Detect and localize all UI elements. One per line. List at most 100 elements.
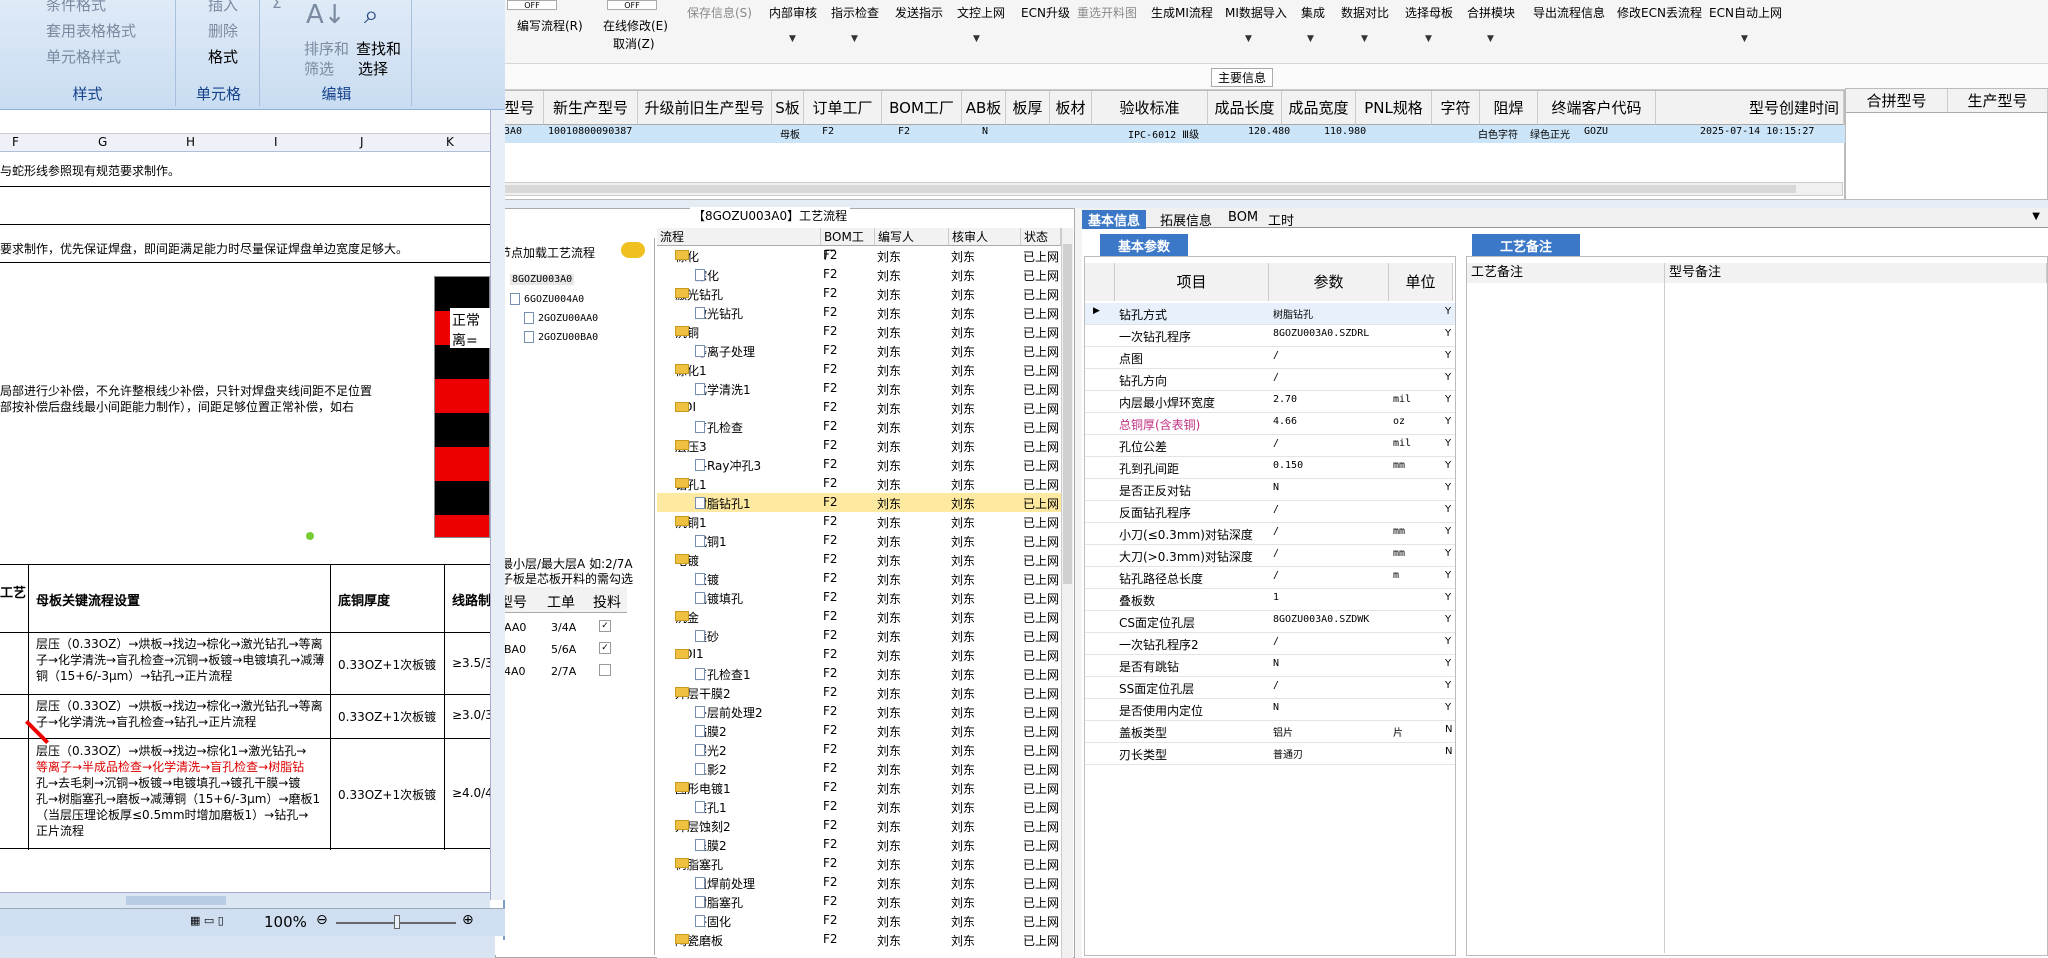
tabs-dropdown-icon[interactable]: ▼ [2032,211,2040,222]
col-item[interactable]: 项目 [1115,263,1269,301]
col-header-f[interactable]: F [12,135,19,149]
param-value[interactable]: / [1273,438,1279,449]
param-row[interactable]: 是否正反对钻 N Y [1085,479,1455,501]
col-process-memo[interactable]: 工艺备注 [1467,263,1665,283]
col-bom-factory[interactable]: BOM工厂 [882,91,962,125]
param-row[interactable]: 一次钻孔程序2 / Y [1085,633,1455,655]
param-row[interactable]: ▶ 钻孔方式 树脂钻孔 Y [1085,303,1455,325]
param-row[interactable]: 钻孔方向 / Y [1085,369,1455,391]
col-header-k[interactable]: K [446,135,454,149]
tree-row[interactable]: −层压3 F2 刘东 刘东 已上网 [657,436,1071,455]
tree-row[interactable]: 退膜2 F2 刘东 刘东 已上网 [657,835,1071,854]
col-reviewer[interactable]: 核审人 [949,228,1021,246]
param-value[interactable]: / [1273,350,1279,361]
send-instructions-button[interactable]: 发送指示 [895,4,943,21]
col-merge-model[interactable]: 合拼型号 [1846,89,1948,113]
col-header-g[interactable]: G [98,135,107,149]
param-row[interactable]: 是否有跳钻 N Y [1085,655,1455,677]
tree-row[interactable]: −外层蚀刻2 F2 刘东 刘东 已上网 [657,816,1071,835]
basic-params-tab[interactable]: 基本参数 [1100,234,1189,257]
col-ab-board[interactable]: AB板 [962,91,1006,125]
param-value[interactable]: / [1273,526,1279,537]
param-value[interactable]: 8GOZU003A0.SZDRL [1273,328,1369,339]
param-row[interactable]: 一次钻孔程序 8GOZU003A0.SZDRL Y [1085,325,1455,347]
sort-label[interactable]: 排序和 [304,38,349,59]
col-writer[interactable]: 编写人 [875,228,949,246]
insert-button[interactable]: 插入 [208,0,238,15]
param-row[interactable]: 是否使用内定位 N Y [1085,699,1455,721]
param-row[interactable]: 盖板类型 铝片 片 N [1085,721,1455,743]
col-order-factory[interactable]: 订单工厂 [804,91,882,125]
find-label[interactable]: 查找和 [356,38,401,59]
ecn-upgrade-button[interactable]: ECN升级 [1021,4,1070,21]
excel-vscrollbar[interactable] [490,110,505,900]
param-row[interactable]: SS面定位孔层 / Y [1085,677,1455,699]
col-bom[interactable]: BOM工厂 [821,228,875,262]
sort-filter-icon[interactable]: A↓ [306,0,346,30]
tree-row[interactable]: 喷砂 F2 刘东 刘东 已上网 [657,626,1071,645]
sum-icon[interactable]: Σ [272,0,281,12]
tree-row[interactable]: 树脂塞孔 F2 刘东 刘东 已上网 [657,892,1071,911]
node-child-3[interactable]: 2GOZU00BA0 [524,331,598,343]
tree-row[interactable]: 镀孔1 F2 刘东 刘东 已上网 [657,797,1071,816]
internal-review-dropdown-icon[interactable]: ▼ [789,34,796,44]
col-material[interactable]: 板材 [1050,91,1092,125]
col-s-board[interactable]: S板 [772,91,804,125]
param-row[interactable]: 点图 / Y [1085,347,1455,369]
col-production-model[interactable]: 生产型号 [1948,89,2048,113]
tree-row[interactable]: −外层干膜2 F2 刘东 刘东 已上网 [657,683,1071,702]
col-header-h[interactable]: H [186,135,195,149]
tab-work-hours[interactable]: 工时 [1262,210,1300,229]
tree-row[interactable]: −棕化 F2 刘东 刘东 已上网 [657,246,1071,265]
param-value[interactable]: 1 [1273,592,1279,603]
tree-row[interactable]: 曝光2 F2 刘东 刘东 已上网 [657,740,1071,759]
tree-row[interactable]: 贴膜2 F2 刘东 刘东 已上网 [657,721,1071,740]
col-unit[interactable]: 单位 [1389,263,1453,301]
ecn-auto-dropdown-icon[interactable]: ▼ [1741,34,1748,44]
select-parent-button[interactable]: 选择母板 [1405,4,1453,21]
tree-vscroll-thumb[interactable] [1063,244,1072,584]
tree-row[interactable]: X-Ray冲孔3 F2 刘东 刘东 已上网 [657,455,1071,474]
param-value[interactable]: N [1273,702,1279,713]
node-child-1[interactable]: 6GOZU004A0 [510,293,584,305]
tree-row[interactable]: −树脂塞孔 F2 刘东 刘东 已上网 [657,854,1071,873]
filter-label[interactable]: 筛选 [304,58,334,79]
tree-row[interactable]: −图形电镀1 F2 刘东 刘东 已上网 [657,778,1071,797]
tree-row[interactable]: 盲孔检查 F2 刘东 刘东 已上网 [657,417,1071,436]
excel-sheet[interactable]: 与蛇形线参照现有规范要求制作。 要求制作，优先保证焊盘，即间距满足能力时尽量保证… [0,152,490,892]
node-root[interactable]: 8GOZU003A0 [510,274,575,285]
param-value[interactable]: 4.66 [1273,416,1297,427]
param-value[interactable]: 0.150 [1273,460,1303,471]
tree-row[interactable]: 激光钻孔 F2 刘东 刘东 已上网 [657,303,1071,322]
col-pnl[interactable]: PNL规格 [1356,91,1432,125]
tree-row[interactable]: −棕化1 F2 刘东 刘东 已上网 [657,360,1071,379]
data-compare-button[interactable]: 数据对比 [1341,4,1389,21]
internal-review-button[interactable]: 内部审核 [769,4,817,21]
col-customer[interactable]: 终端客户代码 [1538,91,1656,125]
col-thickness[interactable]: 板厚 [1006,91,1050,125]
find-icon[interactable]: ⌕ [364,0,379,31]
normal-view-icon[interactable]: ▦ ▭ ▯ [190,914,224,927]
export-flow-button[interactable]: 导出流程信息 [1533,4,1605,21]
reopen-chart-button[interactable]: 重选开料图 [1077,4,1137,21]
param-value[interactable]: N [1273,482,1279,493]
param-row[interactable]: 内层最小焊环宽度 2.70 mil Y [1085,391,1455,413]
tree-row[interactable]: 化学清洗1 F2 刘东 刘东 已上网 [657,379,1071,398]
param-value[interactable]: / [1273,372,1279,383]
instructions-check-button[interactable]: 指示检查 [831,4,879,21]
zoom-in-icon[interactable]: ⊕ [462,912,474,928]
hscroll-thumb[interactable] [498,185,1796,193]
param-value[interactable]: / [1273,504,1279,515]
node-child-2[interactable]: 2GOZU00AA0 [524,312,598,324]
col-header-i[interactable]: I [274,135,278,149]
instructions-check-dropdown-icon[interactable]: ▼ [851,34,858,44]
tree-row[interactable]: −沉铜 F2 刘东 刘东 已上网 [657,322,1071,341]
tree-row[interactable]: 板镀 F2 刘东 刘东 已上网 [657,569,1071,588]
tree-vscrollbar[interactable] [1061,228,1073,958]
table-format-button[interactable]: 套用表格格式 [46,20,136,41]
format-button[interactable]: 格式 [208,46,238,67]
param-value[interactable]: N [1273,658,1279,669]
col-solder[interactable]: 阻焊 [1480,91,1538,125]
cell-style-button[interactable]: 单元格样式 [46,46,121,67]
select-parent-dropdown-icon[interactable]: ▼ [1425,34,1432,44]
